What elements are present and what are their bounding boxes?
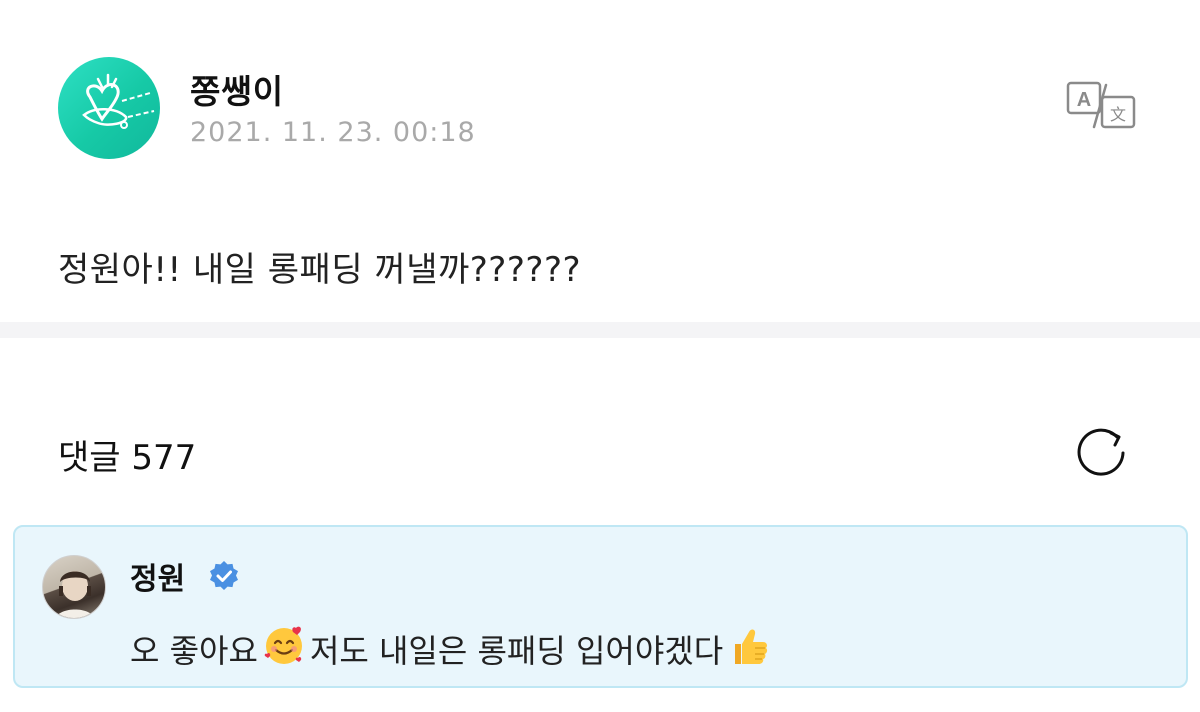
translate-button[interactable]: A 文: [1066, 81, 1138, 131]
thumbs-up-emoji-icon: [727, 624, 771, 668]
author-avatar[interactable]: [58, 57, 160, 159]
svg-text:文: 文: [1110, 105, 1126, 124]
heart-doodle-avatar-icon: [82, 73, 155, 129]
translate-icon: A 文: [1066, 81, 1136, 129]
comment-text-part2: 저도 내일은 롱패딩 입어야겠다: [309, 632, 724, 670]
person-photo-icon: [55, 571, 95, 618]
comment-author-name[interactable]: 정원: [130, 554, 185, 598]
post-date: 2021. 11. 23. 00:18: [190, 117, 476, 148]
comment-avatar[interactable]: [42, 555, 106, 619]
comment-text-part1: 오 좋아요: [130, 632, 258, 670]
verified-badge-icon: [208, 560, 240, 592]
post-header: 쫑쌩이 2021. 11. 23. 00:18 A 文: [58, 57, 1158, 161]
refresh-icon: [1077, 428, 1125, 476]
smiling-face-with-hearts-emoji-icon: [262, 624, 306, 668]
author-name[interactable]: 쫑쌩이: [190, 65, 284, 113]
refresh-button[interactable]: [1071, 423, 1131, 481]
comment-card[interactable]: 정원 오 좋아요 저도 내일은 롱패딩 입어야겠다: [13, 525, 1188, 688]
post-body-text: 정원아!! 내일 롱패딩 꺼낼까??????: [58, 250, 582, 290]
comments-header: 댓글 577: [58, 430, 196, 479]
comments-count: 577: [131, 438, 197, 478]
comment-text: 오 좋아요 저도 내일은 롱패딩 입어야겠다: [130, 624, 775, 672]
comments-label: 댓글: [58, 438, 121, 478]
svg-text:A: A: [1077, 89, 1091, 111]
section-divider: [0, 322, 1200, 338]
